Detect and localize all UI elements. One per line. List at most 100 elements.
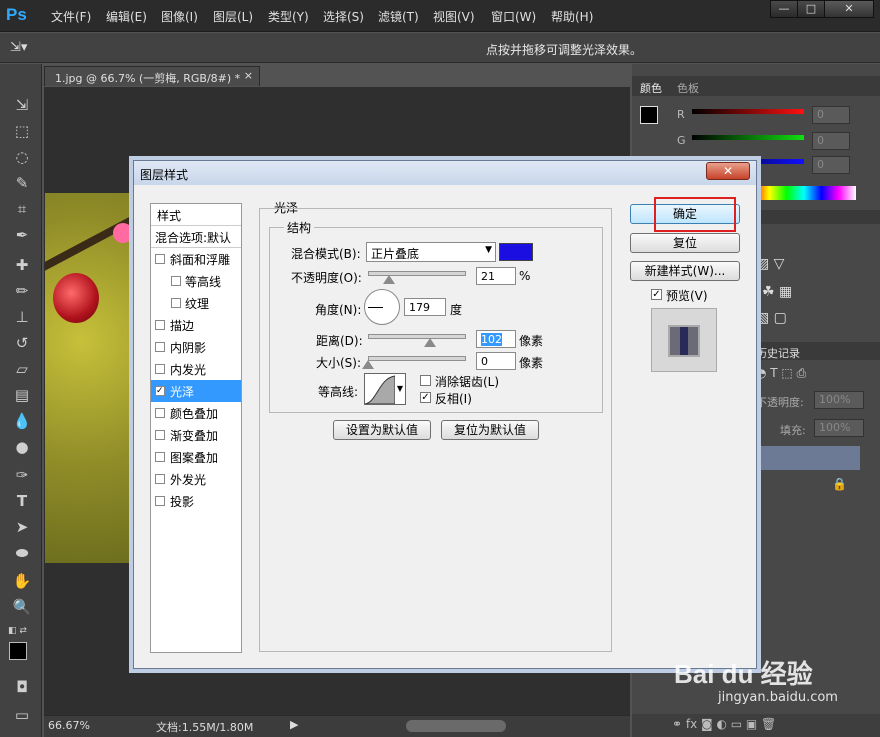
style-checkbox[interactable] bbox=[171, 298, 181, 308]
quick-select-tool-icon[interactable]: ✎ bbox=[11, 172, 33, 194]
style-checkbox[interactable] bbox=[155, 430, 165, 440]
tab-color[interactable]: 颜色 bbox=[640, 80, 662, 96]
channel-g-value[interactable]: 0 bbox=[812, 132, 850, 150]
opacity-slider-thumb[interactable] bbox=[383, 275, 395, 284]
style-row[interactable]: 渐变叠加 bbox=[151, 424, 241, 446]
stamp-tool-icon[interactable]: ⊥ bbox=[11, 306, 33, 328]
style-row[interactable]: 内发光 bbox=[151, 358, 241, 380]
distance-slider-thumb[interactable] bbox=[424, 338, 436, 347]
style-row[interactable]: 纹理 bbox=[151, 292, 241, 314]
channel-g-slider[interactable] bbox=[692, 135, 804, 140]
channel-r-value[interactable]: 0 bbox=[812, 106, 850, 124]
size-slider-thumb[interactable] bbox=[362, 360, 374, 369]
menu-view[interactable]: 视图(V) bbox=[433, 8, 475, 25]
maximize-button[interactable]: □ bbox=[797, 0, 825, 18]
horizontal-scrollbar[interactable] bbox=[406, 720, 506, 732]
blend-color-swatch[interactable] bbox=[499, 243, 533, 261]
brush-tool-icon[interactable]: ✏ bbox=[11, 280, 33, 302]
close-button[interactable]: ✕ bbox=[824, 0, 874, 18]
channel-b-value[interactable]: 0 bbox=[812, 156, 850, 174]
selected-layer-row[interactable] bbox=[754, 446, 860, 470]
layer-filter-icons[interactable]: ◔ T ⬚ ⎙ bbox=[756, 366, 806, 381]
menu-filter[interactable]: 滤镜(T) bbox=[378, 8, 419, 25]
menu-file[interactable]: 文件(F) bbox=[51, 8, 91, 25]
marquee-tool-icon[interactable]: ⬚ bbox=[11, 120, 33, 142]
zoom-tool-icon[interactable]: 🔍 bbox=[11, 596, 33, 618]
zoom-level[interactable]: 66.67% bbox=[48, 719, 90, 732]
minimize-button[interactable]: — bbox=[770, 0, 798, 18]
panel-foreground-swatch[interactable] bbox=[640, 106, 658, 124]
menu-edit[interactable]: 编辑(E) bbox=[106, 8, 147, 25]
style-row[interactable]: ✓ 光泽 bbox=[151, 380, 241, 402]
menu-help[interactable]: 帮助(H) bbox=[551, 8, 593, 25]
opacity-input[interactable]: 21 bbox=[476, 267, 516, 285]
gradient-tool-icon[interactable]: ▤ bbox=[11, 384, 33, 406]
lasso-tool-icon[interactable]: ◌ bbox=[11, 146, 33, 168]
angle-dial[interactable] bbox=[364, 289, 400, 325]
style-checkbox[interactable] bbox=[155, 474, 165, 484]
distance-input[interactable]: 102 bbox=[476, 330, 516, 348]
blend-options-row[interactable]: 混合选项:默认 bbox=[151, 226, 241, 248]
contour-picker[interactable]: ▼ bbox=[364, 373, 406, 405]
path-select-tool-icon[interactable]: ➤ bbox=[11, 516, 33, 538]
foreground-color-swatch[interactable] bbox=[9, 642, 27, 660]
style-checkbox[interactable] bbox=[155, 342, 165, 352]
preview-checkbox[interactable]: ✓ bbox=[651, 289, 662, 300]
screen-mode-icon[interactable]: ▭ bbox=[11, 704, 33, 726]
pen-tool-icon[interactable]: ✑ bbox=[11, 464, 33, 486]
style-row[interactable]: 斜面和浮雕 bbox=[151, 248, 241, 270]
adjustment-icons-row2[interactable]: ☘ ▦ bbox=[762, 284, 792, 300]
style-checkbox[interactable] bbox=[155, 408, 165, 418]
style-checkbox[interactable] bbox=[171, 276, 181, 286]
healing-brush-tool-icon[interactable]: ✚ bbox=[11, 254, 33, 276]
eraser-tool-icon[interactable]: ▱ bbox=[11, 358, 33, 380]
dodge-tool-icon[interactable]: ● bbox=[11, 436, 33, 458]
distance-slider[interactable] bbox=[368, 334, 466, 339]
layers-footer-icons[interactable]: ⚭ fx ◙ ◐ ▭ ▣ 🗑 bbox=[632, 714, 880, 737]
style-row[interactable]: 图案叠加 bbox=[151, 446, 241, 468]
new-style-button[interactable]: 新建样式(W)... bbox=[630, 261, 740, 281]
history-brush-tool-icon[interactable]: ↺ bbox=[11, 332, 33, 354]
menu-layer[interactable]: 图层(L) bbox=[213, 8, 253, 25]
invert-checkbox[interactable]: ✓ bbox=[420, 392, 431, 403]
default-colors-icon[interactable]: ◧ ⇄ bbox=[8, 626, 27, 636]
antialias-checkbox[interactable] bbox=[420, 375, 431, 386]
style-checkbox[interactable] bbox=[155, 364, 165, 374]
style-row[interactable]: 描边 bbox=[151, 314, 241, 336]
document-image[interactable] bbox=[45, 193, 137, 563]
layers-fill-value[interactable]: 100% bbox=[814, 419, 864, 437]
style-row[interactable]: 等高线 bbox=[151, 270, 241, 292]
adjustment-icons-row3[interactable]: ▧ ▢ bbox=[756, 310, 787, 326]
style-checkbox[interactable] bbox=[155, 452, 165, 462]
blend-mode-select[interactable]: 正片叠底 ▼ bbox=[366, 242, 496, 262]
styles-header[interactable]: 样式 bbox=[151, 204, 241, 226]
style-row[interactable]: 外发光 bbox=[151, 468, 241, 490]
style-checkbox[interactable] bbox=[155, 254, 165, 264]
angle-input[interactable]: 179 bbox=[404, 298, 446, 316]
tab-swatches[interactable]: 色板 bbox=[677, 80, 699, 96]
close-tab-icon[interactable]: × bbox=[244, 69, 253, 82]
style-row[interactable]: 颜色叠加 bbox=[151, 402, 241, 424]
hand-tool-icon[interactable]: ✋ bbox=[11, 570, 33, 592]
style-checkbox[interactable] bbox=[155, 320, 165, 330]
type-tool-icon[interactable]: T bbox=[11, 490, 33, 512]
menu-image[interactable]: 图像(I) bbox=[161, 8, 198, 25]
set-default-button[interactable]: 设置为默认值 bbox=[333, 420, 431, 440]
size-input[interactable]: 0 bbox=[476, 352, 516, 370]
style-row[interactable]: 内阴影 bbox=[151, 336, 241, 358]
eyedropper-tool-icon[interactable]: ✒ bbox=[11, 224, 33, 246]
style-checkbox[interactable] bbox=[155, 496, 165, 506]
blur-tool-icon[interactable]: 💧 bbox=[11, 410, 33, 432]
document-tab[interactable]: 1.jpg @ 66.7% (一剪梅, RGB/8#) * × bbox=[44, 66, 260, 86]
reset-button[interactable]: 复位 bbox=[630, 233, 740, 253]
layers-opacity-value[interactable]: 100% bbox=[814, 391, 864, 409]
ellipse-tool-icon[interactable]: ⬬ bbox=[11, 542, 33, 564]
menu-type[interactable]: 类型(Y) bbox=[268, 8, 309, 25]
menu-select[interactable]: 选择(S) bbox=[323, 8, 364, 25]
size-slider[interactable] bbox=[368, 356, 466, 361]
tab-history[interactable]: 历史记录 bbox=[756, 345, 800, 361]
dialog-close-button[interactable]: ✕ bbox=[706, 162, 750, 180]
move-tool-icon[interactable]: ⇲ bbox=[11, 94, 33, 116]
status-menu-arrow-icon[interactable]: ▶ bbox=[290, 718, 298, 731]
color-ramp[interactable] bbox=[752, 186, 856, 200]
